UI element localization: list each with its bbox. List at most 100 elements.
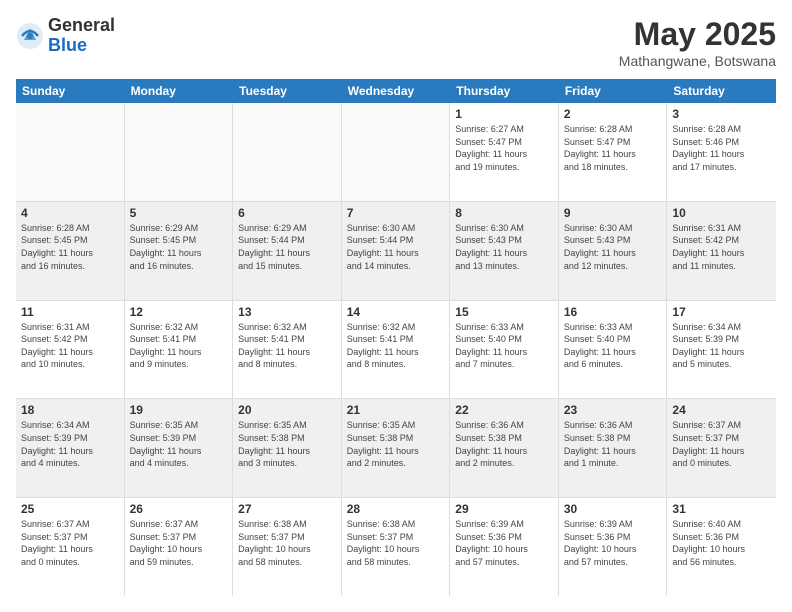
calendar-cell-4-5: 30 Sunrise: 6:39 AM Sunset: 5:36 PM Dayli… [559,498,668,596]
day-num-22: 22 [455,403,553,417]
day-info-30: Sunrise: 6:39 AM Sunset: 5:36 PM Dayligh… [564,518,662,568]
calendar-cell-0-0 [16,103,125,201]
logo: General Blue [16,16,115,56]
day-info-18: Sunrise: 6:34 AM Sunset: 5:39 PM Dayligh… [21,419,119,469]
calendar-cell-3-2: 20 Sunrise: 6:35 AM Sunset: 5:38 PM Dayli… [233,399,342,497]
day-num-25: 25 [21,502,119,516]
day-num-24: 24 [672,403,771,417]
day-info-7: Sunrise: 6:30 AM Sunset: 5:44 PM Dayligh… [347,222,445,272]
logo-icon [16,22,44,50]
calendar-header: Sunday Monday Tuesday Wednesday Thursday… [16,79,776,103]
calendar-cell-0-1 [125,103,234,201]
calendar-cell-0-6: 3Sunrise: 6:28 AM Sunset: 5:46 PM Daylig… [667,103,776,201]
day-info-27: Sunrise: 6:38 AM Sunset: 5:37 PM Dayligh… [238,518,336,568]
day-info-15: Sunrise: 6:33 AM Sunset: 5:40 PM Dayligh… [455,321,553,371]
header-thursday: Thursday [450,79,559,103]
day-info-28: Sunrise: 6:38 AM Sunset: 5:37 PM Dayligh… [347,518,445,568]
header-wednesday: Wednesday [342,79,451,103]
day-num-9: 9 [564,206,662,220]
day-num-4: 4 [21,206,119,220]
calendar-cell-0-5: 2Sunrise: 6:28 AM Sunset: 5:47 PM Daylig… [559,103,668,201]
day-info-14: Sunrise: 6:32 AM Sunset: 5:41 PM Dayligh… [347,321,445,371]
calendar-cell-3-4: 22 Sunrise: 6:36 AM Sunset: 5:38 PM Dayli… [450,399,559,497]
day-info-13: Sunrise: 6:32 AM Sunset: 5:41 PM Dayligh… [238,321,336,371]
day-num-12: 12 [130,305,228,319]
calendar-cell-4-1: 26 Sunrise: 6:37 AM Sunset: 5:37 PM Dayli… [125,498,234,596]
day-num-31: 31 [672,502,771,516]
calendar: Sunday Monday Tuesday Wednesday Thursday… [16,79,776,596]
day-info-25: Sunrise: 6:37 AM Sunset: 5:37 PM Dayligh… [21,518,119,568]
day-info-24: Sunrise: 6:37 AM Sunset: 5:37 PM Dayligh… [672,419,771,469]
header-friday: Friday [559,79,668,103]
day-info-23: Sunrise: 6:36 AM Sunset: 5:38 PM Dayligh… [564,419,662,469]
day-num-8: 8 [455,206,553,220]
day-info-19: Sunrise: 6:35 AM Sunset: 5:39 PM Dayligh… [130,419,228,469]
logo-blue-text: Blue [48,36,115,56]
calendar-cell-1-0: 4 Sunrise: 6:28 AM Sunset: 5:45 PM Daylig… [16,202,125,300]
day-num-29: 29 [455,502,553,516]
day-info-20: Sunrise: 6:35 AM Sunset: 5:38 PM Dayligh… [238,419,336,469]
day-num-10: 10 [672,206,771,220]
calendar-cell-3-0: 18 Sunrise: 6:34 AM Sunset: 5:39 PM Dayli… [16,399,125,497]
day-info-26: Sunrise: 6:37 AM Sunset: 5:37 PM Dayligh… [130,518,228,568]
calendar-cell-1-5: 9 Sunrise: 6:30 AM Sunset: 5:43 PM Daylig… [559,202,668,300]
header-tuesday: Tuesday [233,79,342,103]
calendar-cell-4-4: 29 Sunrise: 6:39 AM Sunset: 5:36 PM Dayli… [450,498,559,596]
day-num-13: 13 [238,305,336,319]
calendar-row-4: 25 Sunrise: 6:37 AM Sunset: 5:37 PM Dayli… [16,498,776,596]
day-info-29: Sunrise: 6:39 AM Sunset: 5:36 PM Dayligh… [455,518,553,568]
day-info-2: Sunrise: 6:28 AM Sunset: 5:47 PM Dayligh… [564,123,662,173]
calendar-cell-2-4: 15 Sunrise: 6:33 AM Sunset: 5:40 PM Dayli… [450,301,559,399]
day-info-22: Sunrise: 6:36 AM Sunset: 5:38 PM Dayligh… [455,419,553,469]
calendar-cell-1-3: 7 Sunrise: 6:30 AM Sunset: 5:44 PM Daylig… [342,202,451,300]
day-info-12: Sunrise: 6:32 AM Sunset: 5:41 PM Dayligh… [130,321,228,371]
day-num-15: 15 [455,305,553,319]
day-num-16: 16 [564,305,662,319]
logo-general-text: General [48,16,115,36]
calendar-cell-1-1: 5Sunrise: 6:29 AM Sunset: 5:45 PM Daylig… [125,202,234,300]
location-text: Mathangwane, Botswana [619,53,776,69]
day-num-30: 30 [564,502,662,516]
day-num-28: 28 [347,502,445,516]
day-info-4: Sunrise: 6:28 AM Sunset: 5:45 PM Dayligh… [21,222,119,272]
day-info-3: Sunrise: 6:28 AM Sunset: 5:46 PM Dayligh… [672,123,771,173]
month-title: May 2025 [619,16,776,53]
day-info-17: Sunrise: 6:34 AM Sunset: 5:39 PM Dayligh… [672,321,771,371]
day-num-17: 17 [672,305,771,319]
day-info-6: Sunrise: 6:29 AM Sunset: 5:44 PM Dayligh… [238,222,336,272]
calendar-row-2: 11Sunrise: 6:31 AM Sunset: 5:42 PM Dayli… [16,301,776,400]
day-info-9: Sunrise: 6:30 AM Sunset: 5:43 PM Dayligh… [564,222,662,272]
title-section: May 2025 Mathangwane, Botswana [619,16,776,69]
day-num-18: 18 [21,403,119,417]
calendar-cell-2-5: 16Sunrise: 6:33 AM Sunset: 5:40 PM Dayli… [559,301,668,399]
calendar-cell-2-2: 13 Sunrise: 6:32 AM Sunset: 5:41 PM Dayli… [233,301,342,399]
calendar-cell-4-3: 28 Sunrise: 6:38 AM Sunset: 5:37 PM Dayli… [342,498,451,596]
day-info-31: Sunrise: 6:40 AM Sunset: 5:36 PM Dayligh… [672,518,771,568]
calendar-cell-3-3: 21 Sunrise: 6:35 AM Sunset: 5:38 PM Dayli… [342,399,451,497]
day-info-21: Sunrise: 6:35 AM Sunset: 5:38 PM Dayligh… [347,419,445,469]
calendar-cell-1-2: 6 Sunrise: 6:29 AM Sunset: 5:44 PM Daylig… [233,202,342,300]
day-num-7: 7 [347,206,445,220]
day-num-1: 1 [455,107,553,121]
page-header: General Blue May 2025 Mathangwane, Botsw… [16,16,776,69]
day-num-21: 21 [347,403,445,417]
day-num-19: 19 [130,403,228,417]
calendar-cell-3-6: 24 Sunrise: 6:37 AM Sunset: 5:37 PM Dayli… [667,399,776,497]
day-num-6: 6 [238,206,336,220]
day-info-1: Sunrise: 6:27 AM Sunset: 5:47 PM Dayligh… [455,123,553,173]
day-info-8: Sunrise: 6:30 AM Sunset: 5:43 PM Dayligh… [455,222,553,272]
day-num-20: 20 [238,403,336,417]
calendar-cell-3-5: 23Sunrise: 6:36 AM Sunset: 5:38 PM Dayli… [559,399,668,497]
day-num-27: 27 [238,502,336,516]
day-info-11: Sunrise: 6:31 AM Sunset: 5:42 PM Dayligh… [21,321,119,371]
calendar-row-0: 1 Sunrise: 6:27 AM Sunset: 5:47 PM Daylig… [16,103,776,202]
calendar-cell-2-0: 11Sunrise: 6:31 AM Sunset: 5:42 PM Dayli… [16,301,125,399]
calendar-row-3: 18 Sunrise: 6:34 AM Sunset: 5:39 PM Dayli… [16,399,776,498]
day-num-26: 26 [130,502,228,516]
calendar-cell-0-3 [342,103,451,201]
calendar-cell-0-2 [233,103,342,201]
day-num-5: 5 [130,206,228,220]
calendar-cell-1-6: 10Sunrise: 6:31 AM Sunset: 5:42 PM Dayli… [667,202,776,300]
header-monday: Monday [125,79,234,103]
calendar-cell-2-3: 14Sunrise: 6:32 AM Sunset: 5:41 PM Dayli… [342,301,451,399]
